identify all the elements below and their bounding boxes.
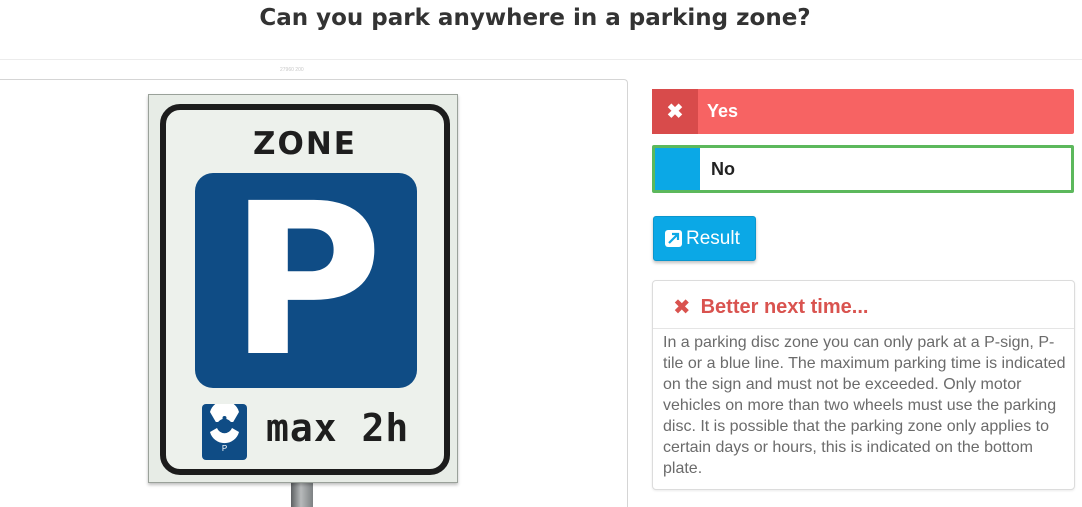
feedback-title: Better next time... [700, 295, 869, 318]
image-caption: 27960 200 [280, 67, 304, 73]
parking-disc-icon: P [202, 404, 247, 460]
feedback-explanation: In a parking disc zone you can only park… [663, 334, 1066, 477]
question-title: Can you park anywhere in a parking zone? [259, 5, 811, 31]
sign-pole [291, 482, 313, 507]
sign-zone-text: ZONE [253, 126, 357, 162]
answer-label: No [711, 158, 735, 179]
sign-border: ZONE P P max 2h [160, 104, 450, 475]
header-divider [0, 59, 1082, 60]
cross-icon: ✖ [673, 295, 691, 319]
feedback-panel: ✖ Better next time... In a parking disc … [652, 280, 1075, 490]
parking-symbol: P [195, 161, 417, 401]
result-button-label: Result [686, 227, 740, 249]
feedback-divider [653, 328, 1074, 329]
answer-marker [655, 148, 700, 190]
sign-time-limit: max 2h [266, 406, 410, 450]
cross-icon: ✖ [652, 89, 698, 134]
parking-zone-sign-image: ZONE P P max 2h [148, 94, 458, 483]
feedback-heading: ✖ Better next time... [673, 295, 868, 319]
answer-label: Yes [707, 101, 739, 121]
external-link-icon [665, 230, 682, 247]
result-button[interactable]: Result [653, 216, 756, 261]
disc-letter: P [221, 444, 228, 453]
answer-option-yes[interactable]: ✖ Yes [652, 89, 1074, 134]
parking-letter: P [229, 158, 383, 403]
answer-option-no[interactable]: No [652, 145, 1074, 193]
